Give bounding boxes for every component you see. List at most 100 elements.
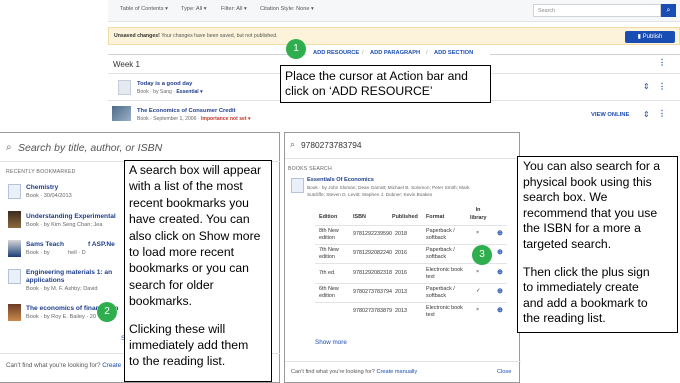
bookmark-title-line2: applications: [26, 277, 65, 284]
bookmark-title[interactable]: Sams Teach: [26, 241, 64, 248]
callout-line: also click on Show more: [129, 228, 261, 243]
col-isbn: ISBN: [353, 214, 366, 220]
result-meta: Sutcliffe; Steven D. Levitt; Stephen J. …: [307, 192, 433, 197]
unsaved-changes-banner: Unsaved changes! Your changes have been …: [108, 27, 680, 45]
create-link[interactable]: Create: [102, 362, 121, 369]
bookmark-meta: Book · by Roy E. Bailey · 20: [26, 314, 96, 320]
cell-published: 2016: [395, 250, 407, 256]
books-search-heading: BOOKS SEARCH: [288, 166, 332, 172]
callout-line: to load more recent: [129, 245, 235, 260]
toc-dropdown[interactable]: Table of Contents ▾: [120, 6, 168, 12]
item-title[interactable]: Today is a good day: [137, 81, 192, 87]
reorder-handle-icon[interactable]: ⇕: [643, 82, 650, 91]
action-bar-line-right: [490, 54, 680, 55]
callout-line: search for older: [129, 277, 214, 292]
action-separator: /: [362, 50, 364, 56]
footer-text: Can't find what you're looking for?: [291, 369, 375, 375]
callout-line: recommend that you use: [523, 205, 658, 220]
bookmark-title[interactable]: Understanding Experimental: [26, 213, 116, 220]
book-icon: [8, 269, 21, 284]
cell-edition: 7th ed.: [319, 270, 336, 276]
section-menu-icon[interactable]: ⋮: [658, 58, 666, 67]
callout-line: have created. You can: [129, 212, 250, 227]
isbn-search-input[interactable]: 9780273783794: [301, 140, 362, 150]
col-published: Published: [392, 214, 418, 220]
top-toolbar: Table of Contents ▾ Type: All ▾ Filter: …: [108, 0, 680, 22]
divider: [315, 283, 507, 284]
view-online-link[interactable]: VIEW ONLINE: [591, 112, 629, 118]
bookmark-meta: Book · by Kim Seng Chan; Jea: [26, 222, 103, 228]
unsaved-label: Unsaved changes!: [114, 33, 160, 39]
step-1-marker: 1: [286, 39, 306, 59]
toolbar-search-input[interactable]: Search: [533, 4, 661, 17]
search-icon: ⌕: [666, 7, 671, 14]
cell-isbn: 9781292239590: [353, 231, 392, 237]
type-dropdown[interactable]: Type: All ▾: [181, 6, 207, 12]
bookmark-title[interactable]: Chemistry: [26, 184, 58, 191]
result-meta: Book · by John Sloman; Dean Garratt; Mic…: [307, 185, 470, 190]
result-title[interactable]: Essentials Of Economics: [307, 177, 374, 183]
add-plus-icon[interactable]: ⊕: [497, 229, 503, 237]
toolbar-search-button[interactable]: ⌕: [661, 4, 676, 17]
search-icon: ⌕: [6, 142, 12, 153]
add-plus-icon[interactable]: ⊕: [497, 287, 503, 295]
item-title[interactable]: The Economics of Consumer Credit: [137, 108, 236, 114]
bookmark-meta: Book · by: [26, 250, 50, 256]
callout-line: Clicking these will: [129, 321, 226, 336]
section-title: Week 1: [113, 60, 140, 69]
unsaved-message: Your changes have been saved, but not pu…: [159, 33, 278, 39]
book-icon: [118, 80, 131, 95]
cell-published: 2018: [395, 231, 407, 237]
cell-edition: 6th New edition: [319, 286, 339, 299]
item-menu-icon[interactable]: ⋮: [658, 82, 666, 91]
publish-button[interactable]: ▮ Publish: [625, 31, 675, 43]
callout-line: and add a bookmark to: [523, 295, 648, 310]
add-plus-icon[interactable]: ⊕: [497, 248, 503, 256]
callout-line: A search box will appear: [129, 163, 262, 177]
callout-line: click on ‘ADD RESOURCE’: [285, 84, 433, 98]
add-resource-button[interactable]: ADD RESOURCE: [313, 50, 359, 56]
item-meta: Book · September 1, 2006 · Importance no…: [137, 116, 251, 122]
item-meta-text: Book · September 1, 2006 ·: [137, 116, 201, 122]
create-manually-link[interactable]: Create manually: [376, 369, 417, 375]
show-more-link[interactable]: Show more: [315, 339, 347, 346]
close-button[interactable]: Close: [497, 369, 511, 375]
col-format: Format: [426, 214, 445, 220]
step-2-marker: 2: [97, 302, 117, 322]
cell-isbn: 9780273783794: [353, 289, 392, 295]
callout-line: recent bookmarks you: [129, 195, 249, 210]
callout-line: You can also search for a: [523, 159, 661, 173]
bookmark-title-tail: f ASP.Ne: [88, 241, 115, 248]
action-bar: ADD RESOURCE / ADD PARAGRAPH / ADD SECTI…: [108, 49, 680, 59]
filter-dropdown[interactable]: Filter: All ▾: [221, 6, 247, 12]
callout-line: Then click the plus sign: [523, 264, 650, 279]
cell-in-library: ✓: [476, 288, 481, 294]
cell-published: 2013: [395, 289, 407, 295]
add-plus-icon[interactable]: ⊕: [497, 268, 503, 276]
add-plus-icon[interactable]: ⊕: [497, 306, 503, 314]
item-meta-text: Book · by Sang ·: [137, 89, 177, 95]
cell-published: 2013: [395, 308, 407, 314]
item-menu-icon[interactable]: ⋮: [658, 109, 666, 118]
bookmark-meta-tail: hell · D: [68, 250, 86, 256]
publish-label: Publish: [642, 34, 663, 40]
callout-line: immediately add them: [129, 338, 249, 353]
item-meta: Book · by Sang · Essential ▾: [137, 89, 203, 95]
col-in-library: In library: [470, 207, 487, 221]
book-cover-thumbnail: [8, 304, 21, 321]
panel-footer: Can't find what you're looking for? Crea…: [291, 369, 417, 375]
bookmark-title[interactable]: Engineering materials 1: an: [26, 269, 112, 276]
divider: [285, 158, 521, 159]
citation-style-dropdown[interactable]: Citation Style: None ▾: [260, 6, 314, 12]
reorder-handle-icon[interactable]: ⇕: [643, 110, 650, 119]
book-cover-thumbnail: [8, 211, 21, 228]
add-paragraph-button[interactable]: ADD PARAGRAPH: [370, 50, 420, 56]
bookmark-meta: Book · 30/04/2013: [26, 193, 72, 199]
bookmark-meta: Book · by M. F. Ashby; David: [26, 286, 98, 292]
importance-dropdown[interactable]: Importance not set ▾: [201, 116, 251, 122]
callout-spacer: [129, 310, 267, 321]
importance-dropdown[interactable]: Essential ▾: [176, 89, 202, 95]
search-icon: ⌕: [290, 139, 296, 149]
add-section-button[interactable]: ADD SECTION: [434, 50, 473, 56]
bookmark-search-input[interactable]: Search by title, author, or ISBN: [18, 142, 162, 154]
